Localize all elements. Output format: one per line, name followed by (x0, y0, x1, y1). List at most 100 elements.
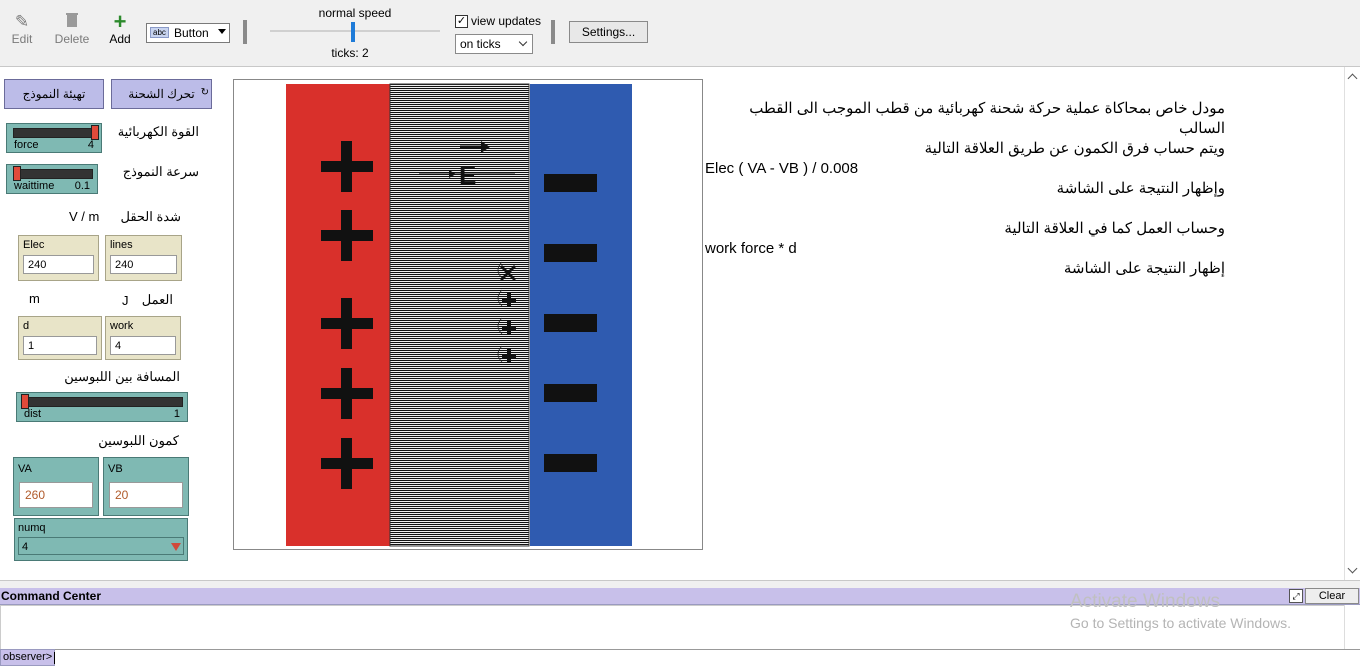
minus-sign (544, 314, 597, 332)
force-label: القوة الكهربائية (117, 124, 199, 139)
force-slider[interactable]: force 4 (6, 123, 102, 153)
slider-name: waittime (14, 180, 55, 192)
slider-thumb[interactable] (91, 125, 99, 140)
dist-slider[interactable]: dist 1 (16, 392, 188, 422)
info-line: ويتم حساب فرق الكمون عن طريق العلاقة الت… (924, 140, 1225, 157)
monitor-value: 1 (23, 336, 97, 355)
scroll-down-icon[interactable] (1347, 563, 1358, 574)
toolbar-divider (551, 20, 555, 44)
edit-label: Edit (11, 32, 33, 46)
update-mode-value: on ticks (460, 37, 501, 51)
slider-name: dist (24, 408, 42, 420)
add-button[interactable]: + Add (98, 9, 142, 47)
info-line: وحساب العمل كما في العلاقة التالية (1004, 220, 1225, 237)
slider-thumb[interactable] (13, 166, 21, 181)
slider-track (13, 128, 97, 138)
trash-icon (50, 12, 94, 32)
plate-potential-label: كمون اللبوسين (98, 433, 179, 448)
monitor-name: lines (110, 239, 133, 251)
input-value[interactable]: 260 (19, 482, 93, 508)
slider-track (13, 169, 93, 179)
monitor-value: 4 (110, 336, 176, 355)
elec-monitor: Elec 240 (18, 235, 99, 281)
work-units: J (122, 293, 129, 308)
model-speed-label: سرعة النموذج (122, 164, 199, 179)
monitor-value: 240 (110, 255, 177, 274)
monitor-name: work (110, 320, 134, 332)
waittime-slider[interactable]: waittime 0.1 (6, 164, 98, 194)
edit-button[interactable]: ✎ Edit (0, 12, 44, 46)
agent-prompt-selector[interactable]: observer> (0, 649, 56, 666)
field-symbol: E (459, 160, 476, 190)
view-updates-checkbox[interactable]: ✓ (455, 15, 468, 28)
scroll-up-icon[interactable] (1347, 73, 1358, 84)
activation-watermark-text: Go to Settings to activate Windows. (1070, 615, 1291, 631)
output-scrollbar[interactable] (1344, 605, 1360, 649)
widget-type-value: Button (174, 26, 209, 40)
split-pane-divider[interactable] (0, 580, 1360, 588)
button-widget-icon: abc (150, 27, 169, 38)
update-mode-select[interactable]: on ticks (455, 34, 533, 54)
plate-distance-label: المسافة بين اللبوسين (64, 369, 180, 384)
command-center-title: Command Center (1, 589, 102, 603)
info-formula: work force * d (705, 240, 797, 257)
va-input[interactable]: VA 260 (13, 457, 99, 516)
slider-name: force (14, 139, 39, 151)
expand-icon[interactable]: ⤢ (1289, 589, 1303, 603)
minus-sign (544, 174, 597, 192)
speed-slider-track[interactable] (270, 30, 440, 32)
info-line: مودل خاص بمحاكاة عملية حركة شحنة كهربائي… (749, 100, 1225, 117)
go-button-label: تحرك الشحنة (128, 87, 195, 101)
speed-label: normal speed (318, 6, 392, 20)
distance-units: m (29, 291, 40, 306)
chooser-value: 4 (18, 537, 184, 555)
go-button[interactable]: تحرك الشحنة ↻ (111, 79, 212, 109)
toolbar-divider (243, 20, 247, 44)
slider-value: 0.1 (74, 180, 90, 192)
field-strength-label: شدة الحقل (120, 209, 181, 224)
input-value[interactable]: 20 (109, 482, 183, 508)
view-updates-label: view updates (471, 14, 542, 28)
vb-input[interactable]: VB 20 (103, 457, 189, 516)
interface-scrollbar[interactable] (1344, 67, 1360, 580)
speed-slider-thumb[interactable] (351, 22, 355, 42)
pencil-icon: ✎ (14, 12, 30, 31)
lines-monitor: lines 240 (105, 235, 182, 281)
d-monitor: d 1 (18, 316, 102, 360)
numq-chooser[interactable]: numq 4 (14, 518, 188, 561)
text-caret (54, 652, 55, 664)
input-name: VB (108, 463, 123, 475)
activation-watermark-title: Activate Windows (1070, 591, 1220, 612)
forever-icon: ↻ (200, 87, 209, 98)
plus-icon: + (113, 9, 127, 34)
widget-type-select[interactable]: abc Button (146, 23, 230, 43)
slider-value: 4 (87, 139, 94, 151)
clear-button[interactable]: Clear (1305, 588, 1359, 604)
work-monitor: work 4 (105, 316, 181, 360)
info-line: السالب (1179, 120, 1225, 137)
delete-button[interactable]: Delete (50, 12, 94, 46)
field-lines-region (390, 84, 529, 546)
command-input[interactable] (0, 649, 1360, 666)
world-view[interactable]: E (233, 79, 703, 550)
minus-sign (544, 454, 597, 472)
chevron-down-icon (518, 37, 528, 47)
monitor-value: 240 (23, 255, 94, 274)
positive-plate (286, 84, 390, 546)
info-formula: Elec ( VA - VB ) / 0.008 (705, 160, 859, 177)
ticks-counter: ticks: 2 (331, 46, 369, 60)
chooser-name: numq (18, 522, 46, 534)
minus-sign (544, 384, 597, 402)
monitor-name: Elec (23, 239, 45, 251)
settings-button[interactable]: Settings... (569, 21, 648, 43)
setup-button[interactable]: تهيئة النموذج (4, 79, 104, 109)
work-label: العمل (141, 292, 173, 307)
field-units: V / m (69, 209, 100, 224)
add-label: Add (109, 32, 131, 46)
slider-value: 1 (173, 408, 180, 420)
info-text: مودل خاص بمحاكاة عملية حركة شحنة كهربائي… (705, 99, 1225, 279)
dropdown-arrow-icon (218, 29, 226, 34)
world-canvas: E (234, 80, 702, 549)
slider-thumb[interactable] (21, 394, 29, 409)
